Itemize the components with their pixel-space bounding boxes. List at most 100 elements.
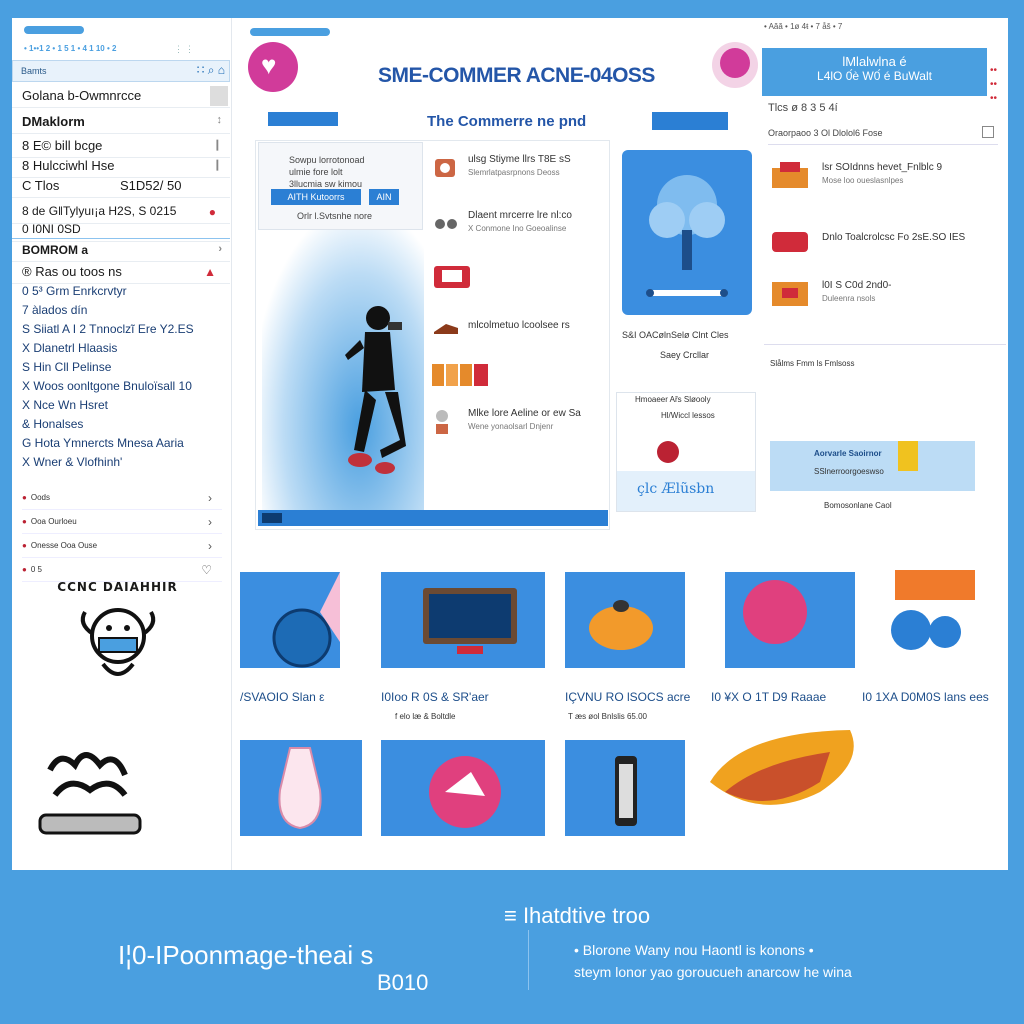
person-illustration	[345, 306, 406, 474]
sidebar-small-item[interactable]: ● Ooa Ourloeu ›	[22, 512, 222, 534]
list-item[interactable]: S Siiatl A I 2 Tnnoclzĩ Ere Y2.ES	[22, 320, 227, 339]
right-header-banner[interactable]: lMlalwlna é L4lO 0́è W0́ é BuWalt	[762, 48, 987, 96]
nav-tab-left[interactable]	[268, 112, 338, 126]
list-item[interactable]: ulsg Stiyme llrs T8E sS Slemrlatpasrpnon…	[432, 150, 604, 186]
sidebar-item-label: BOMROM a	[22, 243, 88, 257]
box-icon	[770, 278, 812, 308]
sidebar-small-item[interactable]: ● Oods ›	[22, 488, 222, 510]
food-icon	[710, 730, 854, 805]
product-tile[interactable]	[240, 740, 362, 836]
promo-bottom: çlc Ælũsbn	[617, 471, 755, 511]
right-promo-panel: Slålms Fmm ls Fmlsoss Aorvarle Saoirnor …	[764, 344, 1006, 526]
promo-banner[interactable]: Aorvarle Saoirnor SSlnerroorgoeswso	[770, 441, 975, 491]
promo-title: Hmoaeer Ařs Sløooly	[635, 395, 711, 404]
mascot-icon	[80, 608, 155, 676]
list-item[interactable]: lsr SOIdnns hevet_Fnlblc 9 Mose loo oues…	[770, 156, 995, 200]
status-dot-icon: ●	[22, 517, 27, 526]
phone-icon	[615, 756, 637, 826]
featured-caption-2: Saey Crcllar	[660, 350, 710, 360]
sidebar-item-label: 0 I0NI 0SD	[22, 222, 81, 236]
product-icon	[432, 212, 460, 236]
list-item[interactable]: Mlke lore Aeline or ew Sa Wene yonaolsar…	[432, 400, 604, 436]
sidebar-item-label: DMaklorm	[22, 114, 85, 129]
teapot-icon	[589, 600, 653, 650]
list-item[interactable]: X Woos oonltgone Bnuloïsall 10	[22, 377, 227, 396]
list-item[interactable]: l0I S C0d 2nd0- Duleenra nsols	[770, 274, 995, 318]
bag-icon	[770, 224, 812, 254]
list-item[interactable]: X Dlanetrl Hlaasis	[22, 339, 227, 358]
sidebar-small-label: 0 5	[30, 565, 42, 574]
footer-divider	[528, 930, 529, 990]
item-title: ulsg Stiyme llrs T8E sS	[468, 154, 571, 165]
bottle-icon	[432, 406, 460, 434]
heart-logo[interactable]: ♥	[248, 42, 298, 92]
clock-icon	[272, 572, 340, 668]
checkbox-icon[interactable]	[982, 126, 994, 138]
bar-icon: ❙	[212, 139, 222, 151]
status-dot-icon: ●	[22, 541, 27, 550]
product-tile[interactable]	[240, 572, 340, 668]
product-tile[interactable]	[705, 572, 855, 668]
scroll-thumb[interactable]	[210, 86, 228, 106]
list-item[interactable]: X Nce Wn Hsret	[22, 396, 227, 415]
brand-badge[interactable]	[712, 42, 758, 88]
list-item[interactable]: Dlaent mrcerre lre nl:co X Conmone Ino G…	[432, 206, 604, 242]
sidebar-small-item[interactable]: ● 0 5 ♡	[22, 560, 222, 582]
alert-icon: ▲	[204, 265, 216, 279]
search-placeholder: Bamts	[21, 66, 47, 76]
list-item[interactable]: mlcolmetuo lcoolsee rs	[432, 310, 604, 346]
search-icon[interactable]: ∷ ⌕ ⌂	[197, 63, 225, 78]
featured-card[interactable]	[622, 150, 752, 315]
nav-tab-right[interactable]	[652, 112, 728, 130]
banner-line-2: L4lO 0́è W0́ é BuWalt	[817, 69, 932, 83]
product-tile[interactable]	[565, 740, 685, 836]
page-subtitle: The Commerre ne pnd	[427, 113, 587, 130]
footer-description: • Blorone Wany nou Haontl is konons •	[574, 942, 814, 958]
right-filter-row[interactable]: Oraorpaoo 3 Ol Dlolol6 Fose	[768, 126, 998, 145]
sidebar-item[interactable]: ® Ras ou toos ns ▲	[12, 260, 230, 284]
hero-secondary-button[interactable]: AIN	[369, 189, 399, 205]
sidebar-item-label: Golana b-Owmnrcce	[22, 88, 142, 103]
tag-icon	[429, 756, 501, 828]
sidebar-item[interactable]: Golana b-Owmnrcce	[12, 84, 230, 108]
alert-icon: ●	[208, 205, 216, 219]
sidebar-item[interactable]: C Tlos S1D52/ 50	[12, 174, 230, 198]
promo-banner-sub: SSlnerroorgoeswso	[814, 467, 884, 476]
sidebar-item[interactable]: BOMROM a ›	[12, 238, 230, 262]
list-item[interactable]: X Wner & Vlofhinh'	[22, 453, 227, 472]
list-item[interactable]: 0 5³ Grm Enrkcrvtyr	[22, 282, 227, 301]
promo-card[interactable]: Hmoaeer Ařs Sløooly Hl/Wiccl lessos çlc …	[616, 392, 756, 512]
tile-label: I0 1XA D0M0S lans ees	[862, 690, 989, 704]
hero-primary-button[interactable]: AITH Kutoorrs	[271, 189, 361, 205]
list-item[interactable]: Dnlo Toalcrolcsc Fo 2sE.SO IES	[770, 220, 995, 264]
basket-icon	[770, 160, 812, 190]
hero-card-line: 3llucmia sw kimou	[289, 179, 363, 189]
monitor-icon	[423, 588, 517, 654]
product-tile[interactable]	[381, 740, 545, 836]
list-item[interactable]: 7 àlados dín	[22, 301, 227, 320]
shoe-icon	[432, 316, 460, 340]
dots-icon[interactable]: •• •• ••	[990, 64, 997, 106]
promo-banner-title: Aorvarle Saoirnor	[814, 449, 882, 458]
search-input[interactable]: Bamts ∷ ⌕ ⌂	[12, 60, 230, 82]
sidebar-small-item[interactable]: ● Onesse Ooa Ouse ›	[22, 536, 222, 558]
list-item[interactable]	[432, 356, 604, 392]
product-tile[interactable]	[875, 570, 1005, 666]
mug-icon	[891, 570, 975, 650]
sidebar-item-label: ® Ras ou toos ns	[22, 264, 122, 279]
item-sub: Wene yonaolsarl Dnjenr	[468, 422, 554, 431]
list-item[interactable]: G Hota Ymnercts Mnesa Aaria	[22, 434, 227, 453]
item-title: l0I S C0d 2nd0-	[822, 280, 892, 291]
product-tile[interactable]	[565, 572, 685, 668]
product-tile[interactable]	[381, 572, 545, 668]
chevron-right-icon: ›	[208, 515, 212, 529]
sidebar-item-label: 8 de GǁTylyuı¡a H2S, S 0215	[22, 204, 177, 218]
list-item[interactable]: & Honalses	[22, 415, 227, 434]
promo-strip: Slålms Fmm ls Fmlsoss	[770, 359, 855, 368]
boxes-icon	[432, 362, 492, 386]
hero-card-line: Sowpu lorrotonoad	[289, 155, 365, 165]
sidebar-item[interactable]: DMaklorm ↕	[12, 110, 230, 134]
item-title: Dlaent mrcerre lre nl:co	[468, 210, 572, 221]
list-item[interactable]	[432, 254, 604, 290]
list-item[interactable]: S Hin Cll Pelinse	[22, 358, 227, 377]
